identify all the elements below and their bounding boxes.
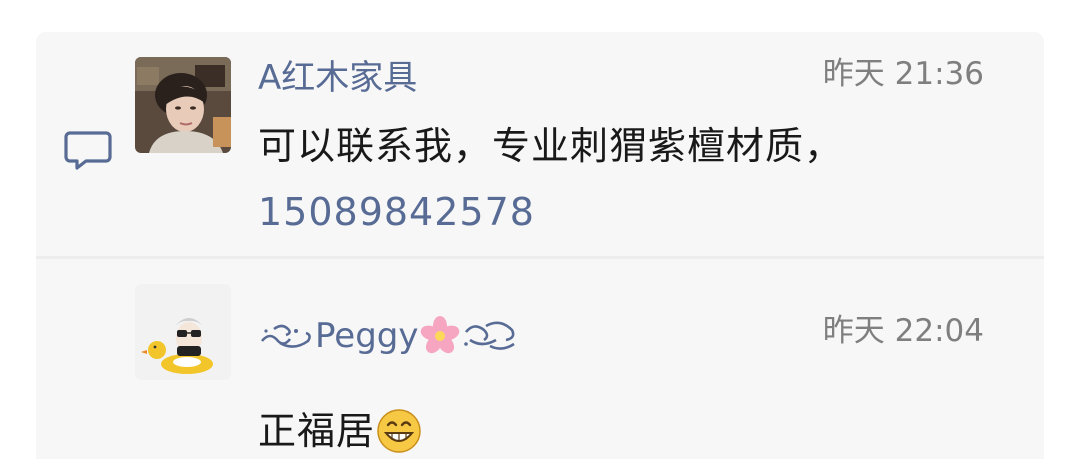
phone-link[interactable]: 15089842578 xyxy=(258,189,535,235)
author-name-text: Peggy xyxy=(315,316,419,356)
author-name[interactable]: A红木家具 xyxy=(258,58,417,98)
avatar[interactable] xyxy=(135,284,231,380)
comment-item: Peggy 昨天 22:04 正福居 xyxy=(36,259,1044,459)
cherry-blossom-icon xyxy=(420,316,459,354)
comment-icon[interactable] xyxy=(64,129,112,171)
author-name[interactable]: Peggy xyxy=(258,316,518,356)
comment-time: 昨天 22:04 xyxy=(822,313,984,349)
child-with-duck-float-avatar-icon xyxy=(135,284,231,380)
wind-swirl-icon xyxy=(463,321,515,350)
avatar[interactable] xyxy=(135,57,231,153)
comment-text: 可以联系我，专业刺猬紫檀材质， xyxy=(258,124,844,168)
grinning-face-icon xyxy=(377,409,421,453)
comment-item: A红木家具 昨天 21:36 可以联系我，专业刺猬紫檀材质， 150898425… xyxy=(36,32,1044,256)
comment-text-body: 正福居 xyxy=(258,409,376,453)
comment-time: 昨天 21:36 xyxy=(822,56,984,92)
wind-swirl-icon xyxy=(260,324,311,348)
comment-text: 正福居 xyxy=(258,407,423,455)
comments-panel: A红木家具 昨天 21:36 可以联系我，专业刺猬紫檀材质， 150898425… xyxy=(36,32,1044,459)
woman-photo-avatar-icon xyxy=(135,57,231,153)
